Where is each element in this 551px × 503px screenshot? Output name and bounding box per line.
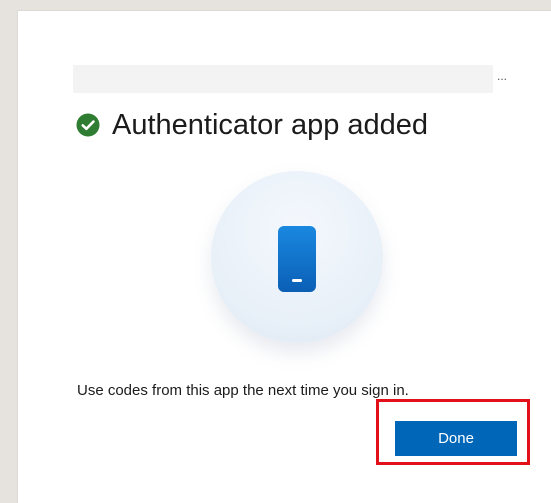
- authenticator-added-dialog: ... Authenticator app added Use codes fr…: [17, 10, 551, 503]
- done-button[interactable]: Done: [395, 421, 517, 456]
- page-title: Authenticator app added: [112, 109, 429, 141]
- title-row: Authenticator app added: [76, 105, 428, 145]
- authenticator-illustration: [211, 171, 383, 343]
- identity-bar: [73, 65, 493, 93]
- check-circle-icon: [76, 113, 100, 137]
- identity-ellipsis: ...: [497, 69, 508, 83]
- done-button-highlight: Done: [376, 399, 530, 465]
- instruction-text: Use codes from this app the next time yo…: [77, 382, 409, 399]
- screenshot-frame: ... Authenticator app added Use codes fr…: [0, 0, 551, 503]
- phone-icon: [278, 226, 316, 292]
